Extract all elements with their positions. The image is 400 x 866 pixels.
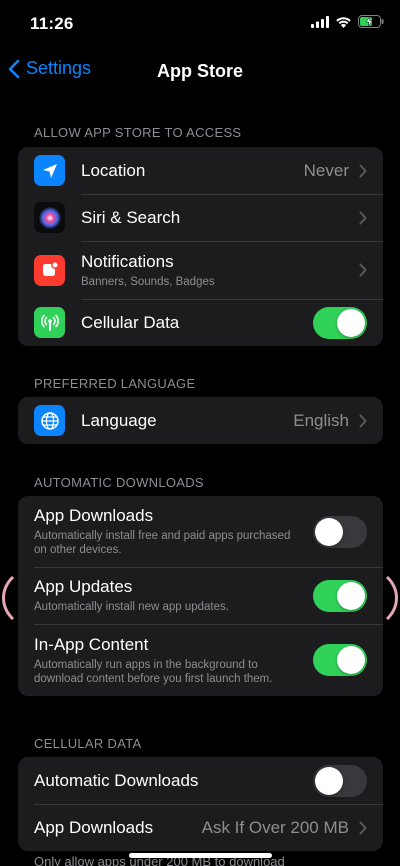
toggle-knob (337, 646, 365, 674)
antenna-icon (34, 307, 65, 338)
siri-search-label: Siri & Search (81, 207, 181, 227)
globe-icon (34, 405, 65, 436)
language-value: English (293, 410, 349, 430)
access-group: Location Never Siri & Search Notificatio… (18, 147, 383, 346)
language-group: Language English (18, 397, 383, 444)
in-app-content-toggle[interactable] (313, 644, 367, 676)
app-updates-row: App Updates Automatically install new ap… (18, 567, 383, 624)
location-icon (34, 155, 65, 186)
notifications-label: Notifications (81, 251, 174, 271)
location-value: Never (303, 160, 349, 180)
chevron-right-icon (359, 211, 367, 224)
in-app-content-row: In-App Content Automatically run apps in… (18, 624, 383, 696)
status-bar: 11:26 (0, 0, 400, 48)
app-updates-label: App Updates (34, 577, 133, 596)
auto-downloads-group: App Downloads Automatically install free… (18, 496, 383, 696)
status-icons (311, 15, 384, 28)
cellular-data-toggle[interactable] (313, 306, 367, 339)
cellular-signal-icon (311, 15, 329, 28)
notifications-row[interactable]: Notifications Banners, Sounds, Badges (18, 241, 383, 299)
toggle-knob (337, 581, 365, 610)
automatic-downloads-toggle[interactable] (313, 764, 367, 797)
cellular-app-downloads-label: App Downloads (34, 817, 154, 837)
navigation-bar: Settings App Store (0, 48, 400, 96)
section-header-auto-downloads: AUTOMATIC DOWNLOADS (34, 475, 204, 490)
automatic-downloads-row: Automatic Downloads (18, 757, 383, 804)
chevron-right-icon (359, 164, 367, 177)
language-row[interactable]: Language English (18, 397, 383, 444)
notifications-icon (34, 254, 65, 286)
app-downloads-subtitle: Automatically install free and paid apps… (34, 530, 291, 556)
section-header-access: ALLOW APP STORE TO ACCESS (34, 125, 242, 140)
language-label: Language (81, 410, 157, 430)
home-indicator (129, 853, 272, 858)
section-header-language: PREFERRED LANGUAGE (34, 376, 196, 391)
cellular-app-downloads-value: Ask If Over 200 MB (201, 817, 349, 837)
app-downloads-toggle[interactable] (313, 515, 367, 548)
automatic-downloads-label: Automatic Downloads (34, 770, 199, 790)
app-downloads-label: App Downloads (34, 506, 154, 525)
cellular-group: Automatic Downloads App Downloads Ask If… (18, 757, 383, 851)
status-time: 11:26 (30, 14, 74, 33)
siri-icon (34, 202, 65, 233)
in-app-content-subtitle: Automatically run apps in the background… (34, 658, 273, 685)
chevron-right-icon (359, 263, 367, 277)
siri-search-row[interactable]: Siri & Search (18, 194, 383, 241)
cellular-data-row: Cellular Data (18, 299, 383, 346)
section-header-cellular: CELLULAR DATA (34, 736, 142, 751)
toggle-knob (315, 517, 343, 546)
page-title: App Store (156, 61, 243, 81)
wifi-icon (336, 16, 351, 28)
app-updates-toggle[interactable] (313, 579, 367, 612)
toggle-knob (315, 766, 343, 795)
app-updates-subtitle: Automatically install new app updates. (34, 601, 229, 613)
chevron-right-icon (359, 414, 367, 427)
toggle-knob (337, 308, 365, 337)
location-row[interactable]: Location Never (18, 147, 383, 194)
app-downloads-row: App Downloads Automatically install free… (18, 496, 383, 567)
cellular-app-downloads-row[interactable]: App Downloads Ask If Over 200 MB (18, 804, 383, 851)
cellular-data-label: Cellular Data (81, 312, 180, 332)
in-app-content-label: In-App Content (34, 634, 149, 654)
chevron-right-icon (359, 821, 367, 834)
location-label: Location (81, 160, 146, 180)
notifications-subtitle: Banners, Sounds, Badges (81, 275, 215, 288)
battery-charging-icon (358, 15, 384, 28)
